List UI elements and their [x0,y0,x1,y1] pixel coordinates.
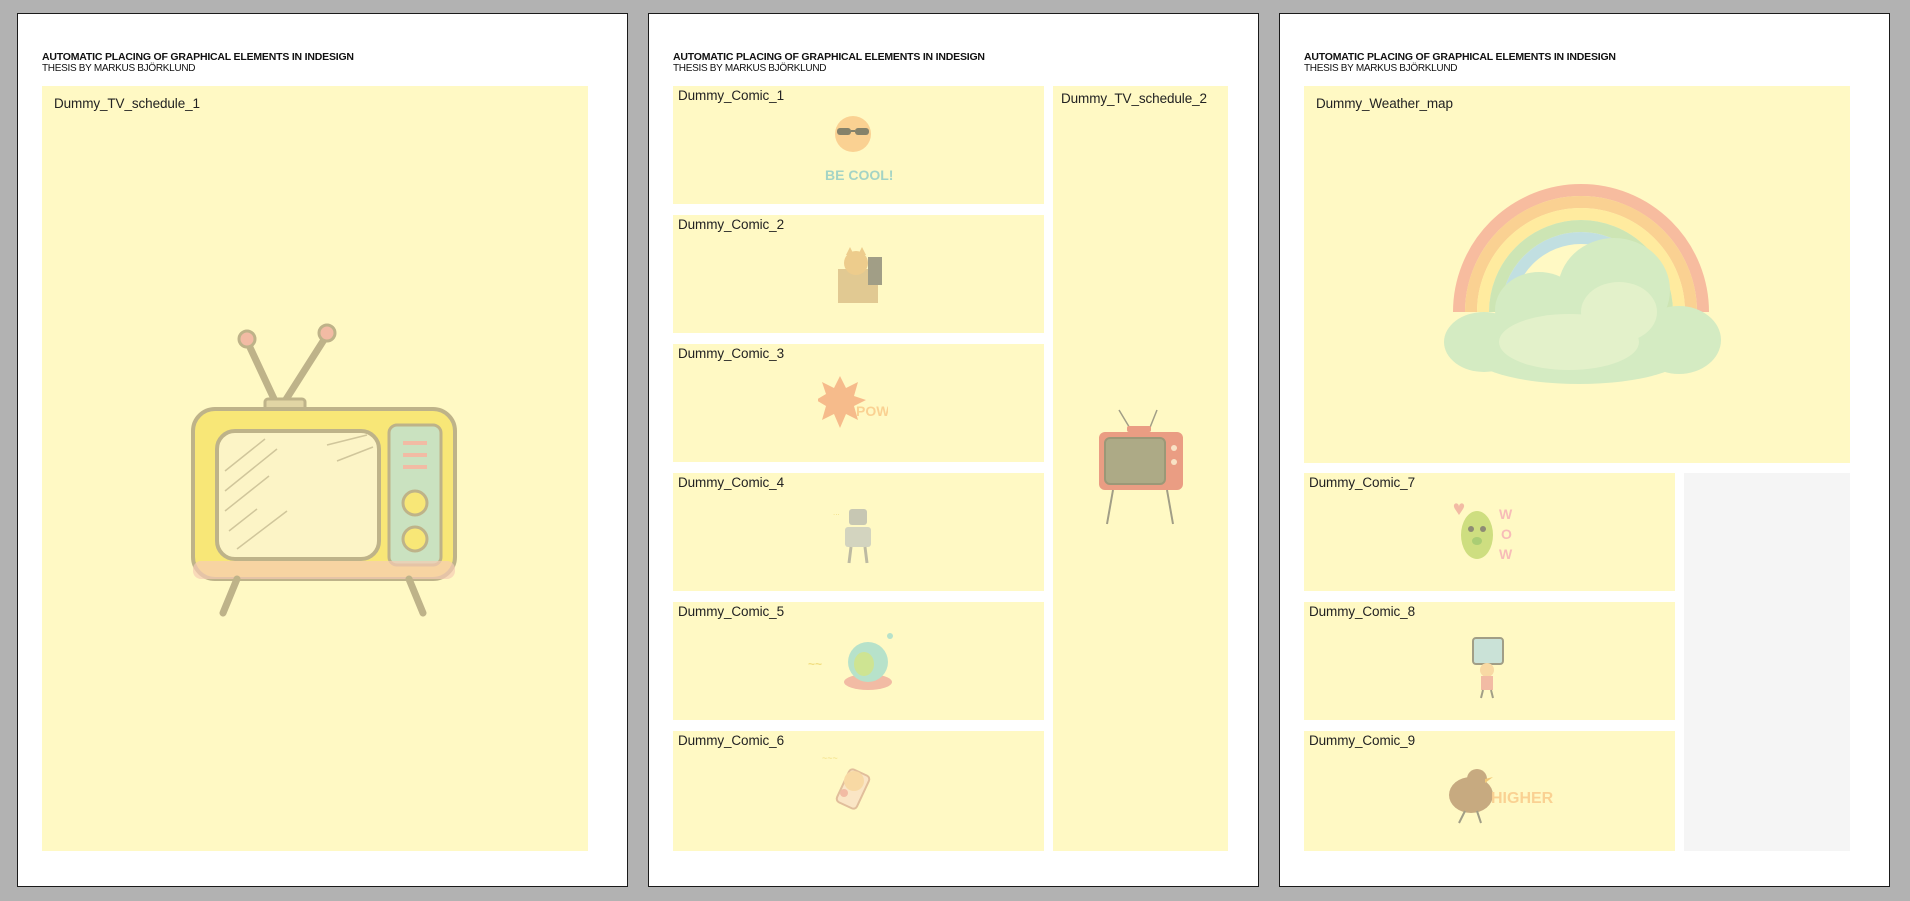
page-3[interactable]: AUTOMATIC PLACING OF GRAPHICAL ELEMENTS … [1279,13,1890,887]
character-with-sign-icon [1472,637,1504,699]
frame-comic-8[interactable]: Dummy_Comic_8 [1304,602,1675,720]
frame-label: Dummy_Comic_7 [1309,475,1415,490]
page-2[interactable]: AUTOMATIC PLACING OF GRAPHICAL ELEMENTS … [648,13,1259,887]
svg-text:O: O [1501,526,1512,542]
frame-label: Dummy_Comic_9 [1309,733,1415,748]
cactus-wow-icon: W O W [1453,503,1513,562]
frame-label: Dummy_Comic_1 [678,88,784,103]
robot-icon: ... [833,508,871,564]
svg-text:W: W [1499,546,1513,562]
frame-label: Dummy_TV_schedule_1 [54,96,200,111]
page-header: AUTOMATIC PLACING OF GRAPHICAL ELEMENTS … [673,51,985,75]
page-1[interactable]: AUTOMATIC PLACING OF GRAPHICAL ELEMENTS … [17,13,628,887]
frame-comic-5[interactable]: Dummy_Comic_5 ~~ [673,602,1044,720]
header-title: AUTOMATIC PLACING OF GRAPHICAL ELEMENTS … [42,51,354,63]
header-subtitle: THESIS BY MARKUS BJÖRKLUND [673,63,827,74]
bird-higher-icon: HIGHER [1449,769,1554,824]
page-header: AUTOMATIC PLACING OF GRAPHICAL ELEMENTS … [42,51,354,75]
svg-text:...: ... [833,508,840,517]
frame-comic-9[interactable]: Dummy_Comic_9 HIGHER [1304,731,1675,851]
frame-label: Dummy_TV_schedule_2 [1061,91,1207,106]
frame-label: Dummy_Comic_6 [678,733,784,748]
header-title: AUTOMATIC PLACING OF GRAPHICAL ELEMENTS … [673,51,985,63]
frame-comic-3[interactable]: Dummy_Comic_3 POW! [673,344,1044,462]
header-subtitle: THESIS BY MARKUS BJÖRKLUND [42,63,196,74]
svg-text:POW!: POW! [856,403,888,419]
cool-sun-sunglasses-icon: BE COOL! [825,116,893,183]
svg-text:W: W [1499,506,1513,522]
frame-label: Dummy_Comic_3 [678,346,784,361]
indesign-spread: AUTOMATIC PLACING OF GRAPHICAL ELEMENTS … [0,0,1910,901]
page-header: AUTOMATIC PLACING OF GRAPHICAL ELEMENTS … [1304,51,1616,75]
frame-label: Dummy_Comic_5 [678,604,784,619]
svg-text:~~: ~~ [808,657,822,671]
frame-label: Dummy_Weather_map [1316,96,1453,111]
frame-label: Dummy_Comic_4 [678,475,784,490]
frame-comic-1[interactable]: Dummy_Comic_1 BE COOL! [673,86,1044,204]
frame-comic-4[interactable]: Dummy_Comic_4 ... [673,473,1044,591]
header-title: AUTOMATIC PLACING OF GRAPHICAL ELEMENTS … [1304,51,1616,63]
cat-with-box-icon [838,247,882,303]
frame-weather-map[interactable]: Dummy_Weather_map [1304,86,1850,463]
frame-label: Dummy_Comic_2 [678,217,784,232]
retro-tv-icon [191,323,457,617]
alien-ufo-icon: ~~ [808,633,893,690]
vintage-tv-icon [1099,409,1183,525]
empty-frame[interactable] [1684,473,1850,851]
frame-comic-7[interactable]: Dummy_Comic_7 W O W [1304,473,1675,591]
explosion-pow-icon: POW! [818,376,888,428]
frame-label: Dummy_Comic_8 [1309,604,1415,619]
character-sleeping-icon: ~~~ [822,753,871,810]
rainbow-cloud-icon [1444,184,1721,384]
frame-comic-6[interactable]: Dummy_Comic_6 ~~~ [673,731,1044,851]
frame-comic-2[interactable]: Dummy_Comic_2 [673,215,1044,333]
svg-text:HIGHER: HIGHER [1491,790,1554,807]
frame-tv-schedule-1[interactable]: Dummy_TV_schedule_1 [42,86,588,851]
header-subtitle: THESIS BY MARKUS BJÖRKLUND [1304,63,1458,74]
svg-text:BE COOL!: BE COOL! [825,167,893,183]
frame-tv-schedule-2[interactable]: Dummy_TV_schedule_2 [1053,86,1228,851]
svg-text:~~~: ~~~ [822,753,838,763]
